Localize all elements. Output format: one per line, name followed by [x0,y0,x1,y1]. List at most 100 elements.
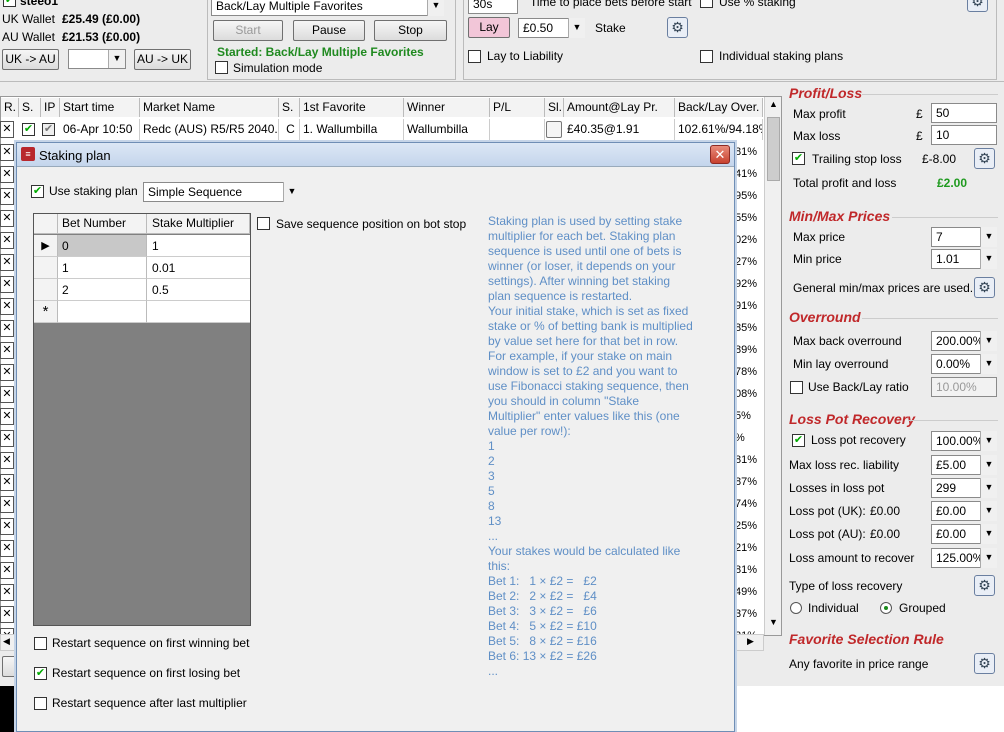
remove-row-button[interactable]: ✕ [0,166,14,183]
row-backlay-over-fragment: 91% [733,298,761,315]
col-header-stake-multiplier[interactable]: Stake Multiplier [147,214,250,234]
stake-multiplier-cell[interactable]: 0.5 [147,279,250,301]
scroll-up-icon[interactable]: ▲ [767,99,780,113]
remove-row-button[interactable]: ✕ [0,298,14,315]
col-header-pl[interactable]: P/L [490,98,545,117]
col-header-ip[interactable]: IP [41,98,60,117]
col-header-backlay-over[interactable]: Back/Lay Over. [675,98,763,117]
remove-row-button[interactable]: ✕ [0,540,14,557]
remove-row-button[interactable]: ✕ [0,474,14,491]
col-header-amount[interactable]: Amount@Lay Pr. [564,98,675,117]
scroll-left-icon[interactable]: ◀ [3,636,10,647]
remove-row-button[interactable]: ✕ [0,342,14,359]
remove-row-button[interactable]: ✕ [0,232,14,249]
row-ip-checkbox[interactable]: ✔ [42,123,55,136]
scroll-thumb[interactable] [767,117,780,181]
col-header-r[interactable]: R. [1,98,19,117]
remove-row-button[interactable]: ✕ [0,584,14,601]
lay-to-liability-label: Lay to Liability [487,49,564,63]
loss-pot-recovery-checkbox[interactable]: ✔ [792,434,805,447]
restart-lose-checkbox[interactable]: ✔ [34,667,47,680]
col-header-bet-number[interactable]: Bet Number [58,214,147,234]
col-header-market-name[interactable]: Market Name [140,98,279,117]
gear-icon[interactable]: ⚙ [974,575,995,596]
remove-row-button[interactable]: ✕ [0,121,14,138]
save-position-label: Save sequence position on bot stop [276,217,467,231]
stake-multiplier-cell[interactable] [147,301,250,323]
gear-icon[interactable]: ⚙ [974,653,995,674]
grouped-radio[interactable] [880,602,892,614]
stake-panel [463,0,997,80]
transfer-amount-select[interactable]: ▼ [68,49,126,69]
remove-row-button[interactable]: ✕ [0,606,14,623]
time-select[interactable]: 30s [468,0,518,14]
save-position-checkbox[interactable] [257,217,270,230]
row-select-checkbox[interactable]: ✔ [22,123,35,136]
trailing-stop-checkbox[interactable]: ✔ [792,152,805,165]
remove-row-button[interactable]: ✕ [0,386,14,403]
remove-row-button[interactable]: ✕ [0,562,14,579]
stake-multiplier-cell[interactable]: 1 [147,235,250,257]
stop-button[interactable]: Stop [374,20,447,41]
lay-to-liability-checkbox[interactable] [468,50,481,63]
pause-button[interactable]: Pause [293,20,365,41]
max-profit-input[interactable]: 50 [931,103,997,123]
plan-type-select[interactable]: Simple Sequence [143,182,300,202]
restart-last-checkbox[interactable] [34,697,47,710]
row-selector[interactable] [34,257,58,279]
use-pct-staking-label: Use % staking [719,0,796,9]
backlay-ratio-select[interactable]: 10.00% [931,377,997,397]
uk-to-au-button[interactable]: UK -> AU [2,49,59,70]
col-header-sl[interactable]: Sl. [545,98,564,117]
dialog-titlebar[interactable] [17,143,734,167]
remove-row-button[interactable]: ✕ [0,210,14,227]
remove-row-button[interactable]: ✕ [0,430,14,447]
bet-number-cell[interactable]: 0 [58,235,147,257]
remove-row-button[interactable]: ✕ [0,452,14,469]
col-header-status[interactable]: S. [279,98,300,117]
lay-button[interactable]: Lay [468,17,510,38]
max-price-label: Max price [793,230,846,244]
remove-row-button[interactable]: ✕ [0,320,14,337]
remove-row-button[interactable]: ✕ [0,408,14,425]
max-loss-input[interactable]: 10 [931,125,997,145]
remove-row-button[interactable]: ✕ [0,496,14,513]
use-pct-staking-checkbox[interactable] [700,0,713,8]
remove-row-button[interactable]: ✕ [0,144,14,161]
individual-radio[interactable] [790,602,802,614]
gear-icon[interactable]: ⚙ [974,148,995,169]
remove-row-button[interactable]: ✕ [0,364,14,381]
use-staking-plan-checkbox[interactable]: ✔ [31,185,44,198]
individual-plans-checkbox[interactable] [700,50,713,63]
gear-icon[interactable]: ⚙ [967,0,988,12]
row-selector[interactable]: ▶ [34,235,58,257]
row-selector[interactable] [34,279,58,301]
bet-number-cell[interactable] [58,301,147,323]
au-to-uk-button[interactable]: AU -> UK [134,49,191,70]
stake-multiplier-cell[interactable]: 0.01 [147,257,250,279]
gear-icon[interactable]: ⚙ [974,277,995,298]
col-header-1st-favorite[interactable]: 1st Favorite [300,98,404,117]
use-backlay-ratio-checkbox[interactable] [790,381,803,394]
strategy-select[interactable]: Back/Lay Multiple Favorites [211,0,444,16]
row-selector[interactable]: * [34,301,58,323]
account-checkbox[interactable]: ✔ [3,0,16,7]
scroll-down-icon[interactable]: ▼ [767,617,780,631]
col-header-start-time[interactable]: Start time [60,98,140,117]
simulation-checkbox[interactable] [215,61,228,74]
gear-icon[interactable]: ⚙ [667,17,688,38]
close-icon[interactable]: ✕ [710,145,730,164]
col-header-s[interactable]: S. [19,98,41,117]
start-button[interactable]: Start [213,20,283,41]
remove-row-button[interactable]: ✕ [0,276,14,293]
bet-number-cell[interactable]: 1 [58,257,147,279]
grid-scrollbar[interactable]: ▲ ▼ [764,97,781,635]
remove-row-button[interactable]: ✕ [0,254,14,271]
restart-win-checkbox[interactable] [34,637,47,650]
bet-number-cell[interactable]: 2 [58,279,147,301]
row-sl-button[interactable] [546,121,562,138]
remove-row-button[interactable]: ✕ [0,188,14,205]
col-header-winner[interactable]: Winner [404,98,490,117]
scroll-right-icon[interactable]: ▶ [747,636,754,647]
remove-row-button[interactable]: ✕ [0,518,14,535]
